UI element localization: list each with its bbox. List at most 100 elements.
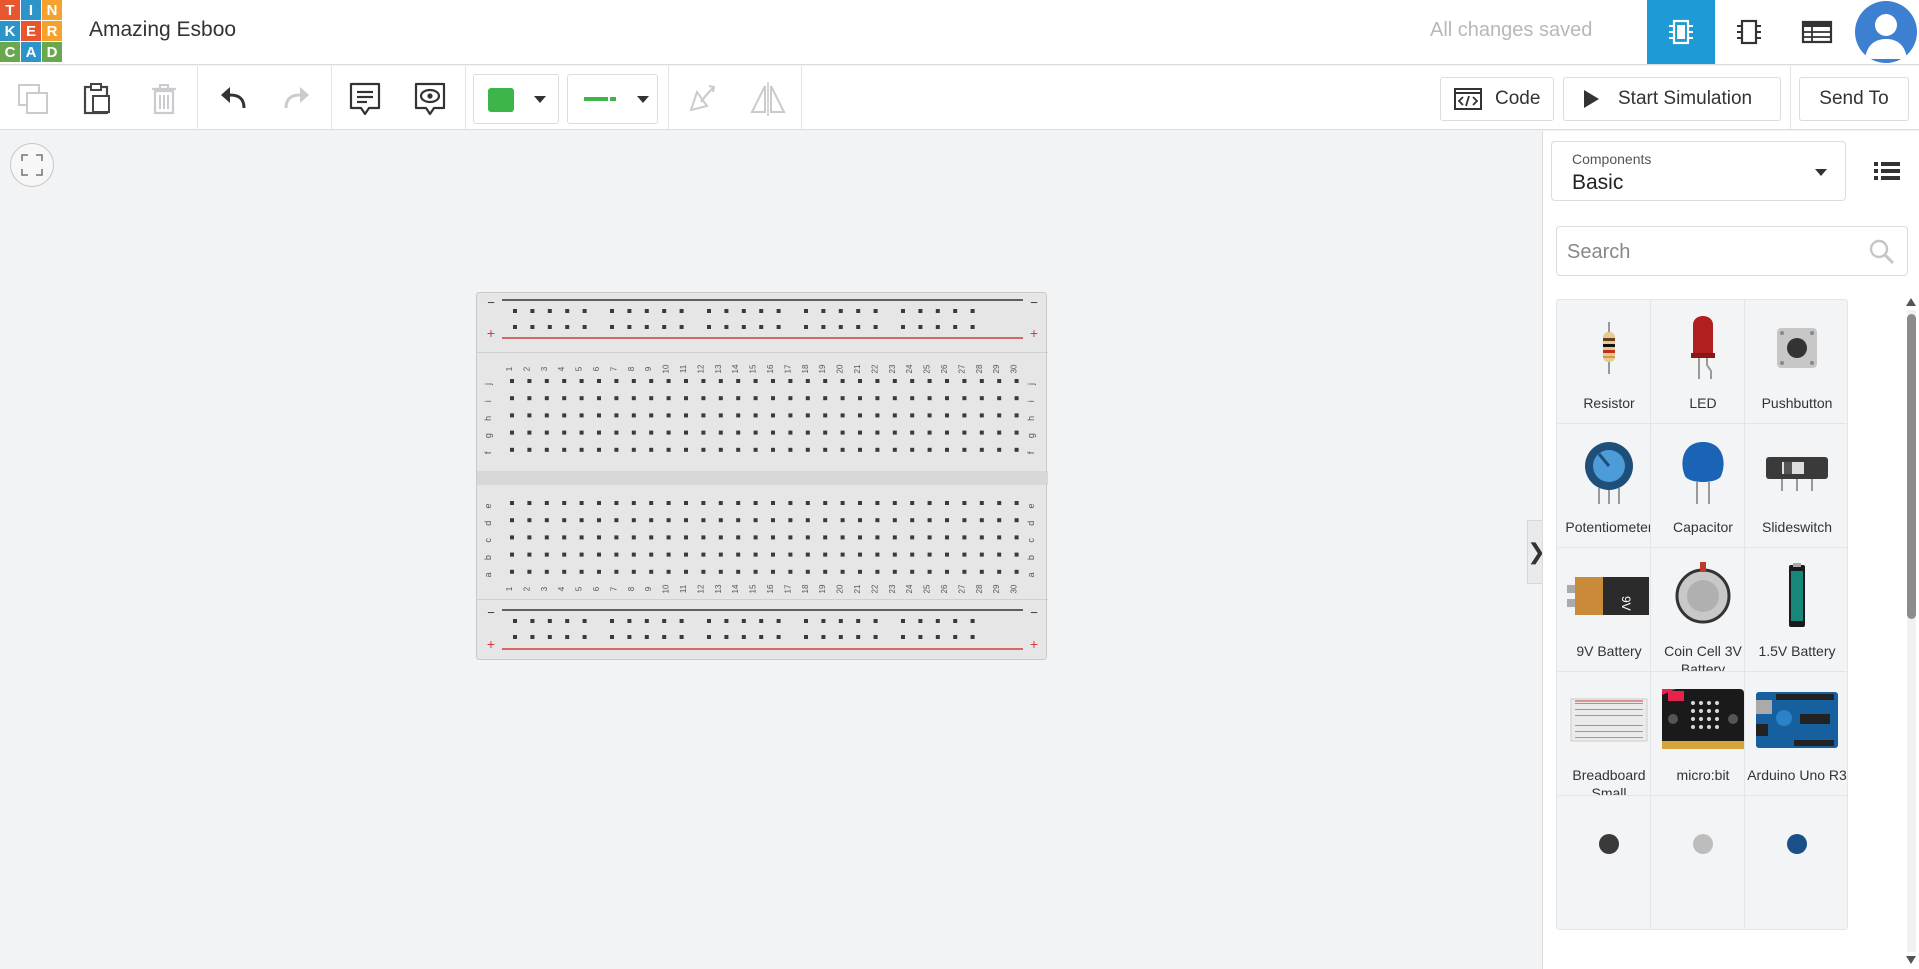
- wire-color-dropdown[interactable]: [473, 74, 559, 124]
- redo-button[interactable]: [272, 74, 322, 124]
- breadboard-label: 20: [836, 584, 845, 593]
- breadboard-hole: [804, 309, 808, 313]
- breadboard-hole: [753, 501, 758, 505]
- component-card[interactable]: Resistor: [1556, 299, 1660, 434]
- coin-cell-3v-battery-icon: [1651, 554, 1755, 638]
- component-card[interactable]: micro:bit: [1650, 671, 1754, 806]
- paste-button[interactable]: [72, 74, 122, 124]
- chevron-down-icon: [534, 96, 546, 103]
- component-card[interactable]: 9V 9V Battery: [1556, 547, 1660, 682]
- breadboard-hole: [1014, 552, 1019, 557]
- breadboard-hole: [910, 535, 915, 540]
- copy-button[interactable]: [8, 74, 58, 124]
- breadboard-hole: [840, 430, 845, 435]
- panel-scrollbar[interactable]: [1904, 296, 1918, 966]
- breadboard-hole: [724, 309, 729, 313]
- breadboard-hole: [776, 635, 781, 639]
- rotate-button[interactable]: [675, 74, 725, 124]
- breadboard[interactable]: − − + + − − + +1 1 2 2 3 3 4 4 5 5 6 6 7 7 8 8 9 9 10 10 11 11 12 12 13…: [476, 292, 1048, 660]
- breadboard-hole: [527, 447, 532, 452]
- code-button[interactable]: Code: [1440, 77, 1554, 121]
- breadboard-label: 17: [783, 364, 792, 373]
- tinkercad-logo[interactable]: TIN KER CAD: [0, 0, 62, 62]
- breadboard-hole: [644, 635, 649, 639]
- breadboard-hole: [840, 552, 845, 557]
- breadboard-hole: [962, 535, 967, 540]
- user-avatar[interactable]: [1855, 1, 1917, 63]
- component-card[interactable]: Capacitor: [1650, 423, 1754, 558]
- component-card[interactable]: [1650, 795, 1754, 930]
- breadboard-label: −: [1030, 295, 1038, 310]
- breadboard-hole: [562, 396, 567, 401]
- breadboard-hole: [805, 569, 810, 574]
- breadboard-hole: [856, 619, 861, 623]
- breadboard-hole: [997, 569, 1002, 574]
- search-box[interactable]: [1556, 226, 1908, 276]
- logo-letter: D: [42, 42, 62, 62]
- breadboard-label: 18: [801, 584, 810, 593]
- breadboard-hole: [927, 552, 932, 557]
- scrollbar-thumb[interactable]: [1907, 314, 1916, 619]
- component-card[interactable]: Breadboard Small: [1556, 671, 1660, 806]
- schematic-view-button[interactable]: [1715, 0, 1783, 64]
- notes-visibility-button[interactable]: [405, 74, 455, 124]
- breadboard-hole: [753, 569, 758, 574]
- breadboard-hole: [805, 535, 810, 540]
- component-card[interactable]: Arduino Uno R3: [1744, 671, 1848, 806]
- breadboard-hole: [527, 552, 532, 557]
- component-card[interactable]: LED: [1650, 299, 1754, 434]
- component-card[interactable]: 1.5V Battery: [1744, 547, 1848, 682]
- wire-type-icon: [584, 97, 616, 101]
- notes-button[interactable]: [340, 74, 390, 124]
- component-card[interactable]: Slideswitch: [1744, 423, 1848, 558]
- breadboard-hole: [805, 552, 810, 557]
- breadboard-hole: [821, 325, 826, 329]
- wire-type-dropdown[interactable]: [567, 74, 658, 124]
- start-simulation-button[interactable]: Start Simulation: [1563, 77, 1781, 121]
- list-view-button[interactable]: [1865, 151, 1909, 191]
- zoom-to-fit-button[interactable]: [10, 143, 54, 187]
- design-title[interactable]: Amazing Esboo: [89, 18, 236, 42]
- breadboard-hole: [875, 379, 880, 383]
- search-icon[interactable]: [1869, 239, 1895, 265]
- breadboard-label: a: [1026, 572, 1036, 577]
- circuit-view-button[interactable]: [1647, 0, 1715, 64]
- breadboard-hole: [718, 552, 723, 557]
- component-card[interactable]: [1556, 795, 1660, 930]
- component-card[interactable]: Pushbutton: [1744, 299, 1848, 434]
- components-dropdown[interactable]: Components Basic: [1551, 141, 1846, 201]
- breadboard-hole: [707, 619, 711, 623]
- 1-5v-battery-icon: [1745, 554, 1849, 638]
- breadboard-hole: [823, 396, 828, 401]
- breadboard-hole: [875, 552, 880, 557]
- breadboard-hole: [910, 379, 915, 383]
- delete-button[interactable]: [139, 74, 189, 124]
- breadboard-hole: [544, 430, 549, 435]
- breadboard-hole: [856, 309, 861, 313]
- component-card[interactable]: Coin Cell 3V Battery: [1650, 547, 1754, 682]
- search-input[interactable]: [1567, 237, 1847, 267]
- breadboard-hole: [513, 619, 517, 623]
- scroll-up-icon[interactable]: [1906, 298, 1916, 306]
- breadboard-hole: [927, 535, 932, 540]
- breadboard-hole: [979, 535, 984, 540]
- component-card[interactable]: [1744, 795, 1848, 930]
- scroll-down-icon[interactable]: [1906, 956, 1916, 964]
- send-to-button[interactable]: Send To: [1799, 77, 1909, 121]
- breadboard-hole: [741, 635, 746, 639]
- component-list-view-button[interactable]: [1783, 0, 1851, 64]
- flip-button[interactable]: [743, 74, 793, 124]
- breadboard-hole: [562, 569, 567, 574]
- breadboard-hole: [892, 396, 897, 401]
- undo-button[interactable]: [208, 74, 258, 124]
- breadboard-hole: [970, 619, 975, 623]
- component-name: Potentiometer: [1565, 519, 1653, 535]
- breadboard-hole: [579, 501, 584, 505]
- breadboard-hole: [631, 379, 636, 383]
- breadboard-hole: [805, 518, 810, 523]
- breadboard-hole: [684, 518, 688, 523]
- breadboard-hole: [718, 430, 723, 435]
- breadboard-hole: [805, 396, 810, 401]
- component-card[interactable]: Potentiometer: [1556, 423, 1660, 558]
- breadboard-label: 3: [540, 366, 549, 371]
